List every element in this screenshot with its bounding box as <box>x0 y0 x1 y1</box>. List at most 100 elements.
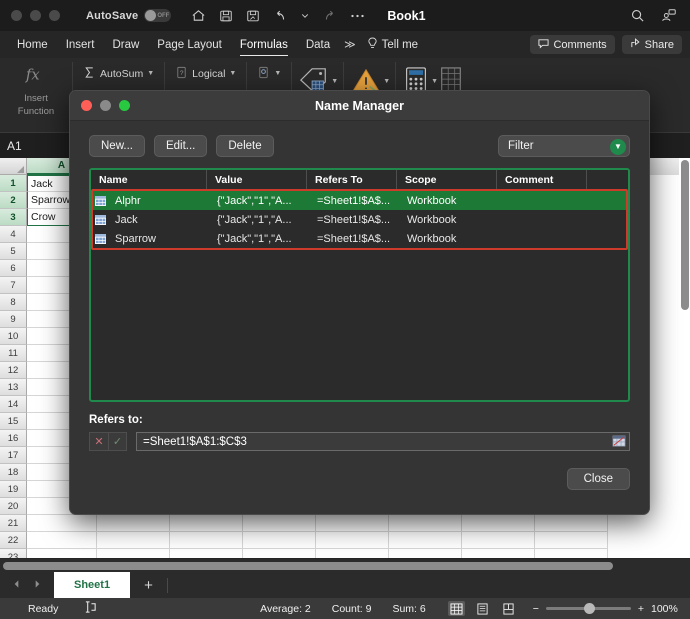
zoom-in-button[interactable]: + <box>638 603 644 615</box>
next-sheet-icon[interactable] <box>33 576 42 594</box>
cell-F21[interactable] <box>389 515 462 532</box>
collaborate-icon[interactable] <box>661 8 677 23</box>
row-header-7[interactable]: 7 <box>0 277 27 294</box>
home-icon[interactable] <box>191 8 206 23</box>
lookup-button[interactable]: ▼ <box>252 63 286 84</box>
more-options-icon[interactable] <box>350 13 365 19</box>
row-header-8[interactable]: 8 <box>0 294 27 311</box>
cell-G23[interactable] <box>462 549 535 558</box>
share-button[interactable]: Share <box>622 35 682 54</box>
cell-H22[interactable] <box>535 532 608 549</box>
insert-function-button[interactable]: fx Insert Function <box>5 58 67 117</box>
column-header-scope[interactable]: Scope <box>397 170 497 189</box>
tab-insert[interactable]: Insert <box>57 31 104 58</box>
name-row[interactable]: Sparrow{"Jack","1","A...=Sheet1!$A$...Wo… <box>93 229 626 248</box>
row-header-19[interactable]: 19 <box>0 481 27 498</box>
row-header-10[interactable]: 10 <box>0 328 27 345</box>
zoom-out-button[interactable]: − <box>533 603 539 615</box>
tab-draw[interactable]: Draw <box>103 31 148 58</box>
row-header-6[interactable]: 6 <box>0 260 27 277</box>
cell-B22[interactable] <box>97 532 170 549</box>
cell-C21[interactable] <box>170 515 243 532</box>
minimize-window-button[interactable] <box>30 10 41 21</box>
row-header-13[interactable]: 13 <box>0 379 27 396</box>
search-icon[interactable] <box>630 8 645 23</box>
autosum-button[interactable]: AutoSum ▼ <box>78 63 159 84</box>
tab-page-layout[interactable]: Page Layout <box>148 31 231 58</box>
normal-view-icon[interactable] <box>448 601 465 616</box>
close-window-button[interactable] <box>11 10 22 21</box>
page-break-icon[interactable] <box>500 601 517 616</box>
undo-icon[interactable] <box>273 9 288 23</box>
cell-G21[interactable] <box>462 515 535 532</box>
horizontal-scrollbar-thumb[interactable] <box>3 562 613 570</box>
row-header-22[interactable]: 22 <box>0 532 27 549</box>
row-header-5[interactable]: 5 <box>0 243 27 260</box>
cell-C23[interactable] <box>170 549 243 558</box>
name-row[interactable]: Alphr{"Jack","1","A...=Sheet1!$A$...Work… <box>93 191 626 210</box>
close-dialog-button[interactable]: Close <box>567 468 630 490</box>
vertical-scrollbar[interactable] <box>679 158 690 558</box>
logical-chevron-down-icon[interactable]: ▼ <box>229 70 236 77</box>
filter-dropdown[interactable]: Filter ▼ <box>498 135 630 157</box>
previous-sheet-icon[interactable] <box>12 576 21 594</box>
autosave-control[interactable]: AutoSave OFF <box>86 9 171 22</box>
delete-name-button[interactable]: Delete <box>216 135 273 157</box>
row-header-1[interactable]: 1 <box>0 175 27 192</box>
filter-chevron-down-icon[interactable]: ▼ <box>610 139 626 155</box>
row-header-17[interactable]: 17 <box>0 447 27 464</box>
horizontal-scrollbar[interactable] <box>0 559 690 572</box>
zoom-slider[interactable] <box>546 607 631 610</box>
column-header-value[interactable]: Value <box>207 170 307 189</box>
cell-A21[interactable] <box>27 515 97 532</box>
undo-chevron-down-icon[interactable] <box>301 12 309 20</box>
cancel-x-icon[interactable]: ✕ <box>89 432 108 451</box>
logical-button[interactable]: ? Logical ▼ <box>170 63 241 84</box>
row-header-16[interactable]: 16 <box>0 430 27 447</box>
column-header-comment[interactable]: Comment <box>497 170 587 189</box>
lookup-chevron-down-icon[interactable]: ▼ <box>274 70 281 77</box>
cell-D21[interactable] <box>243 515 316 532</box>
name-row[interactable]: Jack{"Jack","1","A...=Sheet1!$A$...Workb… <box>93 210 626 229</box>
cell-A23[interactable] <box>27 549 97 558</box>
zoom-slider-knob[interactable] <box>584 603 595 614</box>
save-icon[interactable] <box>219 9 233 23</box>
tab-overflow-icon[interactable]: ≫ <box>339 38 361 51</box>
row-header-20[interactable]: 20 <box>0 498 27 515</box>
row-header-11[interactable]: 11 <box>0 345 27 362</box>
cell-C22[interactable] <box>170 532 243 549</box>
refers-to-input[interactable]: =Sheet1!$A$1:$C$3 <box>136 432 630 451</box>
row-header-18[interactable]: 18 <box>0 464 27 481</box>
sheet-tab-sheet1[interactable]: Sheet1 <box>54 572 130 598</box>
calculation-chevron-down-icon[interactable]: ▼ <box>431 78 438 85</box>
calculate-sheet-button[interactable] <box>438 58 464 94</box>
tab-data[interactable]: Data <box>297 31 339 58</box>
row-header-21[interactable]: 21 <box>0 515 27 532</box>
column-header-name[interactable]: Name <box>91 170 207 189</box>
row-header-15[interactable]: 15 <box>0 413 27 430</box>
cell-B23[interactable] <box>97 549 170 558</box>
row-header-3[interactable]: 3 <box>0 209 27 226</box>
confirm-check-icon[interactable]: ✓ <box>108 432 127 451</box>
zoom-level-label[interactable]: 100% <box>651 603 681 615</box>
tab-formulas[interactable]: Formulas <box>231 31 297 58</box>
cell-F23[interactable] <box>389 549 462 558</box>
cell-H21[interactable] <box>535 515 608 532</box>
save-as-icon[interactable] <box>246 9 260 23</box>
cell-H23[interactable] <box>535 549 608 558</box>
autosave-toggle[interactable]: OFF <box>144 9 171 22</box>
redo-icon[interactable] <box>322 9 337 23</box>
range-picker-icon[interactable] <box>612 435 626 451</box>
cell-G22[interactable] <box>462 532 535 549</box>
cell-A22[interactable] <box>27 532 97 549</box>
cell-E22[interactable] <box>316 532 389 549</box>
row-header-9[interactable]: 9 <box>0 311 27 328</box>
row-header-23[interactable]: 23 <box>0 549 27 558</box>
cell-D22[interactable] <box>243 532 316 549</box>
add-sheet-button[interactable]: + <box>130 577 167 594</box>
select-all-corner[interactable] <box>0 158 27 175</box>
row-header-4[interactable]: 4 <box>0 226 27 243</box>
tab-home[interactable]: Home <box>8 31 57 58</box>
new-name-button[interactable]: New... <box>89 135 145 157</box>
row-header-12[interactable]: 12 <box>0 362 27 379</box>
